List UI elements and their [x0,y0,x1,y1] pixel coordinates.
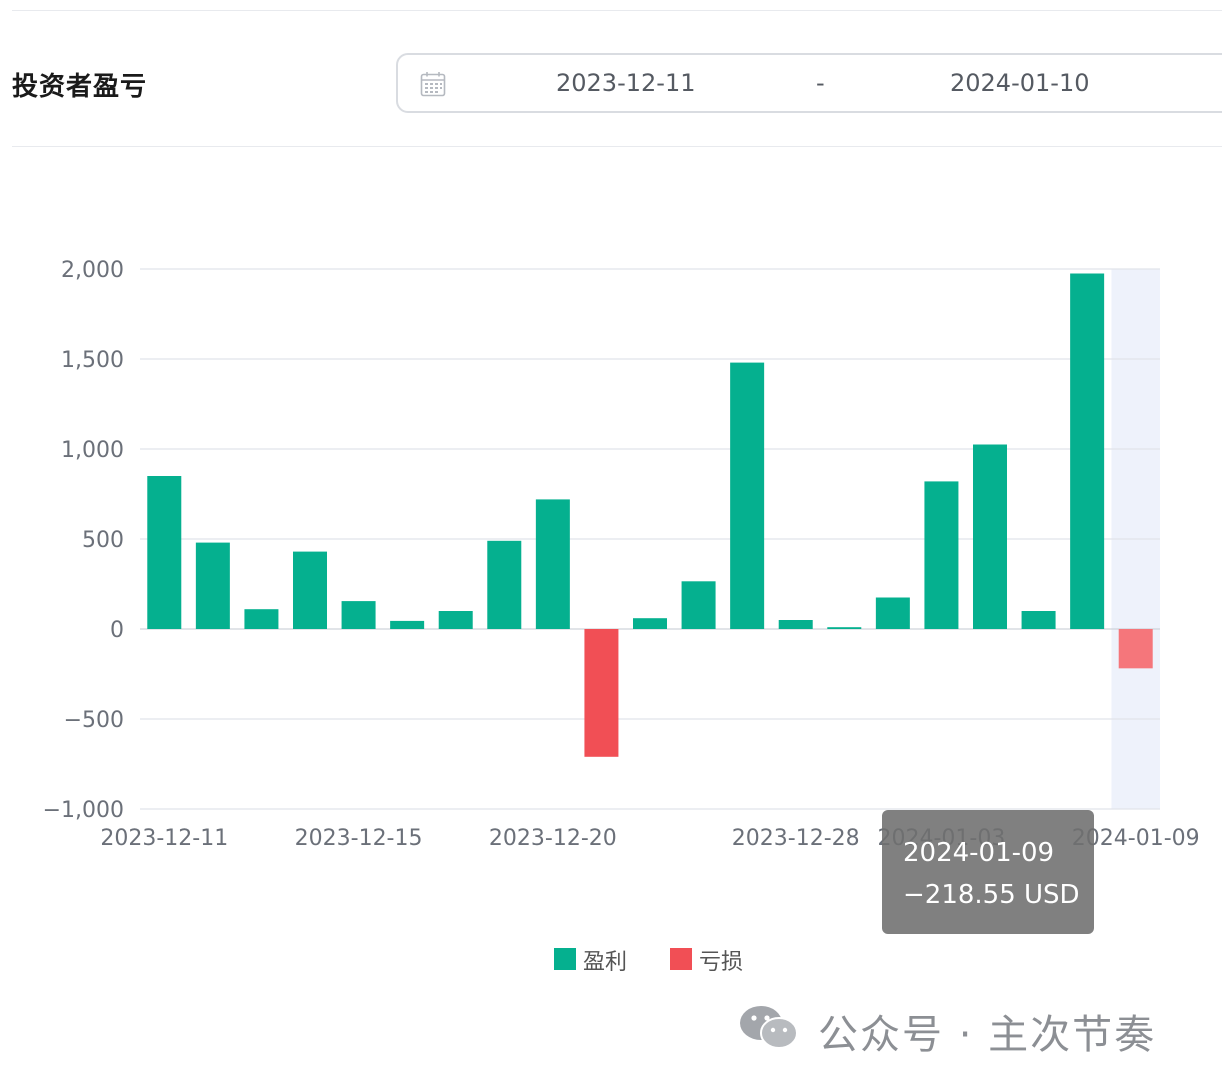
profit-bar[interactable] [681,581,716,629]
y-tick-label: 1,000 [61,438,124,463]
chart-tooltip: 2024-01-09 −218.55 USD [882,810,1094,934]
profit-bar[interactable] [973,444,1007,630]
calendar-icon [420,72,446,97]
profit-bar[interactable] [341,601,376,629]
profit-bar[interactable] [1021,611,1056,629]
profit-bar[interactable] [924,481,959,629]
y-axis-tick-labels: 2,000 1,500 1,000 500 0 −500 −1,000 [43,258,124,823]
profit-bar[interactable] [195,542,230,629]
tooltip-date: 2024-01-09 [903,838,1055,868]
legend-label-loss: 亏损 [699,950,744,975]
top-divider [12,10,1222,11]
x-tick-label: 2023-12-11 [100,826,228,851]
legend-label-profit: 盈利 [583,950,628,975]
y-tick-label: −1,000 [43,798,124,823]
loss-bar[interactable] [1118,629,1153,669]
y-tick-label: 500 [82,528,124,553]
profit-bar[interactable] [244,609,279,629]
page-title: 投资者盈亏 [12,72,148,102]
legend-swatch-profit [554,948,576,970]
x-tick-label: 2023-12-20 [489,826,617,851]
profit-bar[interactable] [730,362,765,629]
profit-bar[interactable] [487,540,522,629]
tooltip-value: −218.55 USD [903,880,1080,910]
profit-bar[interactable] [147,476,182,629]
x-tick-label: 2023-12-28 [732,826,860,851]
y-tick-label: −500 [64,708,124,733]
y-tick-label: 2,000 [61,258,124,283]
x-tick-label: 2023-12-15 [295,826,423,851]
y-tick-label: 1,500 [61,348,124,373]
profit-bar[interactable] [827,627,862,629]
profit-bar[interactable] [535,499,570,629]
end-date-input[interactable]: 2024-01-10 [950,69,1089,97]
profit-bar[interactable] [1070,273,1105,630]
profit-bar[interactable] [293,551,327,629]
date-range-picker[interactable]: 2023-12-11 - 2024-01-10 [396,53,1222,113]
profit-bar[interactable] [778,620,813,629]
profit-bar[interactable] [438,611,473,629]
profit-bar[interactable] [875,597,910,630]
header-divider [12,146,1222,147]
y-tick-label: 0 [110,618,124,643]
loss-bar[interactable] [584,629,619,757]
date-separator: - [816,69,825,97]
profit-bar[interactable] [390,620,425,629]
profit-bar[interactable] [633,618,667,629]
profit-loss-bar-chart: 2,000 1,500 1,000 500 0 −500 −1,000 2023-12-11… [43,258,1200,851]
legend-swatch-loss [670,948,692,970]
wechat-icon [740,1006,798,1049]
bars [147,273,1153,757]
start-date-input[interactable]: 2023-12-11 [556,69,695,97]
watermark-text: 公众号 · 主次节奏 [818,1012,1157,1058]
